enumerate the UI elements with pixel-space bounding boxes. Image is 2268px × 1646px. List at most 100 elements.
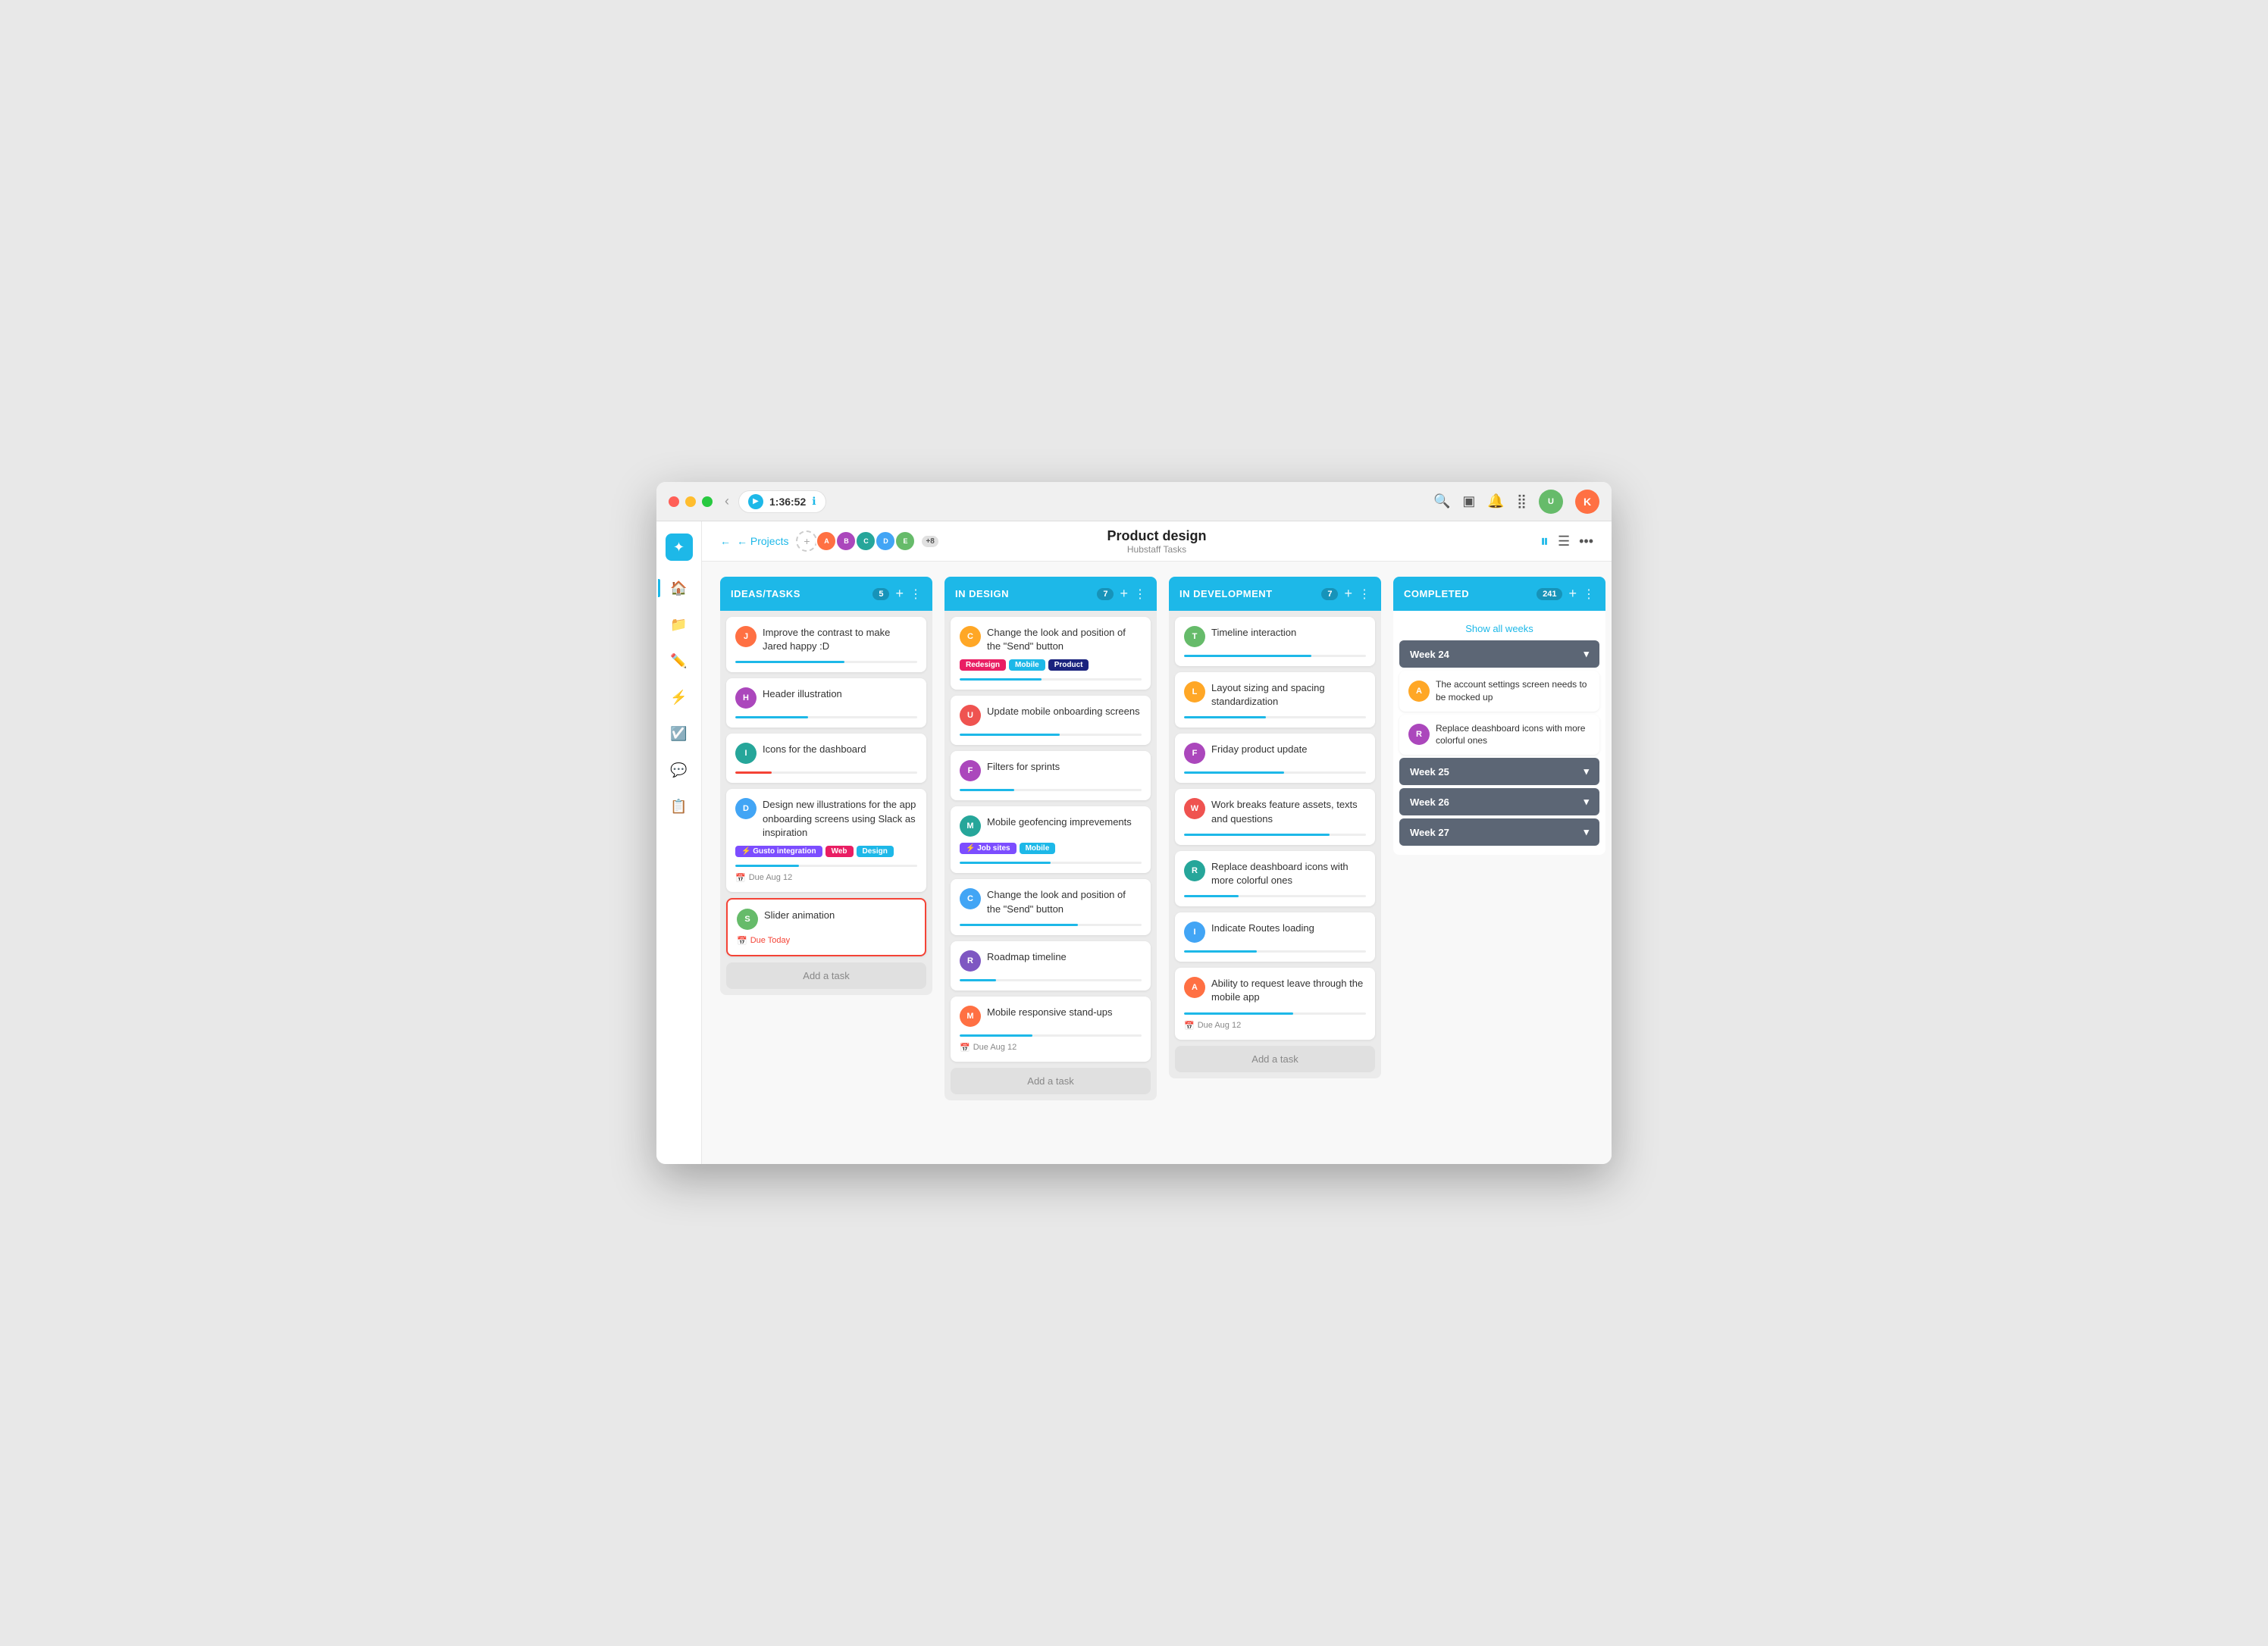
search-icon[interactable]: 🔍: [1433, 493, 1450, 509]
close-button[interactable]: [669, 496, 679, 507]
completed-task[interactable]: R Replace deashboard icons with more col…: [1399, 715, 1599, 756]
task-card-overdue[interactable]: S Slider animation 📅 Due Today: [726, 898, 926, 956]
task-card[interactable]: T Timeline interaction: [1175, 617, 1375, 666]
week-group-24[interactable]: Week 24 ▾: [1399, 640, 1599, 668]
sidebar-item-messages[interactable]: 💬: [664, 755, 694, 785]
task-card[interactable]: J Improve the contrast to make Jared hap…: [726, 617, 926, 672]
member-more-badge[interactable]: +8: [922, 536, 938, 547]
task-card[interactable]: F Friday product update: [1175, 734, 1375, 783]
column-menu-completed-button[interactable]: ⋮: [1583, 587, 1595, 602]
task-card[interactable]: F Filters for sprints: [951, 751, 1151, 800]
avatar: J: [735, 626, 757, 647]
app-logo[interactable]: ✦: [666, 534, 693, 561]
task-card[interactable]: C Change the look and position of the "S…: [951, 617, 1151, 690]
topbar-right: ⏸ ☰ •••: [1540, 531, 1593, 551]
split-view-icon[interactable]: ▣: [1462, 493, 1475, 509]
add-task-completed-button[interactable]: +: [1568, 586, 1577, 602]
task-title: Friday product update: [1211, 743, 1366, 756]
task-title: Indicate Routes loading: [1211, 922, 1366, 935]
project-title: Product design: [1107, 528, 1206, 544]
task-progress: [735, 771, 917, 774]
list-icon[interactable]: ☰: [1558, 534, 1570, 549]
task-card[interactable]: A Ability to request leave through the m…: [1175, 968, 1375, 1039]
avatar: R: [1184, 860, 1205, 881]
add-task-button-indesign[interactable]: Add a task: [951, 1068, 1151, 1094]
add-task-ideas-button[interactable]: +: [895, 586, 904, 602]
avatar: A: [1184, 977, 1205, 998]
back-arrow[interactable]: ‹: [725, 493, 729, 509]
member-avatar-3[interactable]: C: [855, 530, 876, 552]
user-initial-avatar[interactable]: K: [1575, 490, 1599, 514]
add-task-button-ideas[interactable]: Add a task: [726, 962, 926, 989]
titlebar: ‹ ▶ 1:36:52 ℹ 🔍 ▣ 🔔 ⣿ U K: [656, 482, 1612, 521]
task-card[interactable]: I Icons for the dashboard: [726, 734, 926, 783]
task-card[interactable]: M Mobile geofencing imprevements ⚡ Job s…: [951, 806, 1151, 873]
bell-icon[interactable]: 🔔: [1487, 493, 1504, 509]
maximize-button[interactable]: [702, 496, 713, 507]
add-task-indev-button[interactable]: +: [1344, 586, 1352, 602]
column-body-indev: T Timeline interaction L Layout sizing a…: [1169, 611, 1381, 1078]
task-progress: [1184, 716, 1366, 718]
column-menu-ideas-button[interactable]: ⋮: [910, 587, 922, 602]
breadcrumb-arrow: ←: [720, 535, 731, 547]
task-card[interactable]: D Design new illustrations for the app o…: [726, 789, 926, 892]
sidebar-item-tasks[interactable]: ☑️: [664, 718, 694, 749]
task-title: Improve the contrast to make Jared happy…: [763, 626, 917, 653]
task-progress-bar: [735, 771, 772, 774]
week-group-27[interactable]: Week 27 ▾: [1399, 818, 1599, 846]
add-task-indesign-button[interactable]: +: [1120, 586, 1128, 602]
task-card[interactable]: I Indicate Routes loading: [1175, 912, 1375, 962]
task-progress-bar: [735, 865, 799, 867]
sidebar-item-activity[interactable]: ⚡: [664, 682, 694, 712]
grid-icon[interactable]: ⣿: [1517, 493, 1527, 509]
due-date: Due Aug 12: [749, 873, 793, 882]
task-card[interactable]: C Change the look and position of the "S…: [951, 879, 1151, 934]
column-indev: IN DEVELOPMENT 7 + ⋮ T Timeline interact…: [1169, 577, 1381, 1078]
member-avatar-1[interactable]: A: [816, 530, 837, 552]
task-card[interactable]: U Update mobile onboarding screens: [951, 696, 1151, 745]
add-member-button[interactable]: +: [796, 530, 817, 552]
pause-icon[interactable]: ⏸: [1540, 531, 1549, 551]
task-progress-bar: [1184, 895, 1239, 897]
user-avatar[interactable]: U: [1539, 490, 1563, 514]
due-date: Due Aug 12: [973, 1043, 1017, 1052]
task-progress: [735, 661, 917, 663]
week-group-25[interactable]: Week 25 ▾: [1399, 758, 1599, 785]
add-task-button-indev[interactable]: Add a task: [1175, 1046, 1375, 1072]
task-card[interactable]: H Header illustration: [726, 678, 926, 728]
avatar: H: [735, 687, 757, 709]
column-menu-indev-button[interactable]: ⋮: [1358, 587, 1371, 602]
avatar: M: [960, 815, 981, 837]
task-card[interactable]: M Mobile responsive stand-ups 📅 Due Aug …: [951, 997, 1151, 1062]
breadcrumb[interactable]: ← ← Projects: [720, 535, 788, 547]
chevron-right-icon: ▾: [1584, 765, 1589, 778]
task-card[interactable]: L Layout sizing and spacing standardizat…: [1175, 672, 1375, 728]
member-avatar-5[interactable]: E: [894, 530, 916, 552]
task-card[interactable]: R Replace deashboard icons with more col…: [1175, 851, 1375, 906]
column-menu-indesign-button[interactable]: ⋮: [1134, 587, 1146, 602]
week-label-25: Week 25: [1410, 766, 1449, 778]
sidebar-item-reports[interactable]: 📋: [664, 791, 694, 821]
sidebar-item-projects[interactable]: 📁: [664, 609, 694, 640]
chevron-right-icon: ▾: [1584, 796, 1589, 808]
completed-task-title: Replace deashboard icons with more color…: [1436, 722, 1590, 748]
week-group-26[interactable]: Week 26 ▾: [1399, 788, 1599, 815]
show-all-weeks-link[interactable]: Show all weeks: [1399, 617, 1599, 640]
task-card[interactable]: R Roadmap timeline: [951, 941, 1151, 990]
sidebar-item-edit[interactable]: ✏️: [664, 646, 694, 676]
task-progress: [960, 789, 1142, 791]
task-title: Slider animation: [764, 909, 916, 922]
task-header: I Icons for the dashboard: [735, 743, 917, 764]
timer-pill[interactable]: ▶ 1:36:52 ℹ: [738, 490, 826, 513]
tag: Web: [825, 846, 854, 857]
member-avatar-2[interactable]: B: [835, 530, 857, 552]
member-avatar-4[interactable]: D: [875, 530, 896, 552]
sidebar-item-home[interactable]: 🏠: [664, 573, 694, 603]
completed-task-title: The account settings screen needs to be …: [1436, 678, 1590, 704]
more-icon[interactable]: •••: [1579, 534, 1593, 549]
completed-task[interactable]: A The account settings screen needs to b…: [1399, 671, 1599, 712]
minimize-button[interactable]: [685, 496, 696, 507]
avatar: R: [1408, 724, 1430, 745]
task-card[interactable]: W Work breaks feature assets, texts and …: [1175, 789, 1375, 844]
task-header: W Work breaks feature assets, texts and …: [1184, 798, 1366, 825]
